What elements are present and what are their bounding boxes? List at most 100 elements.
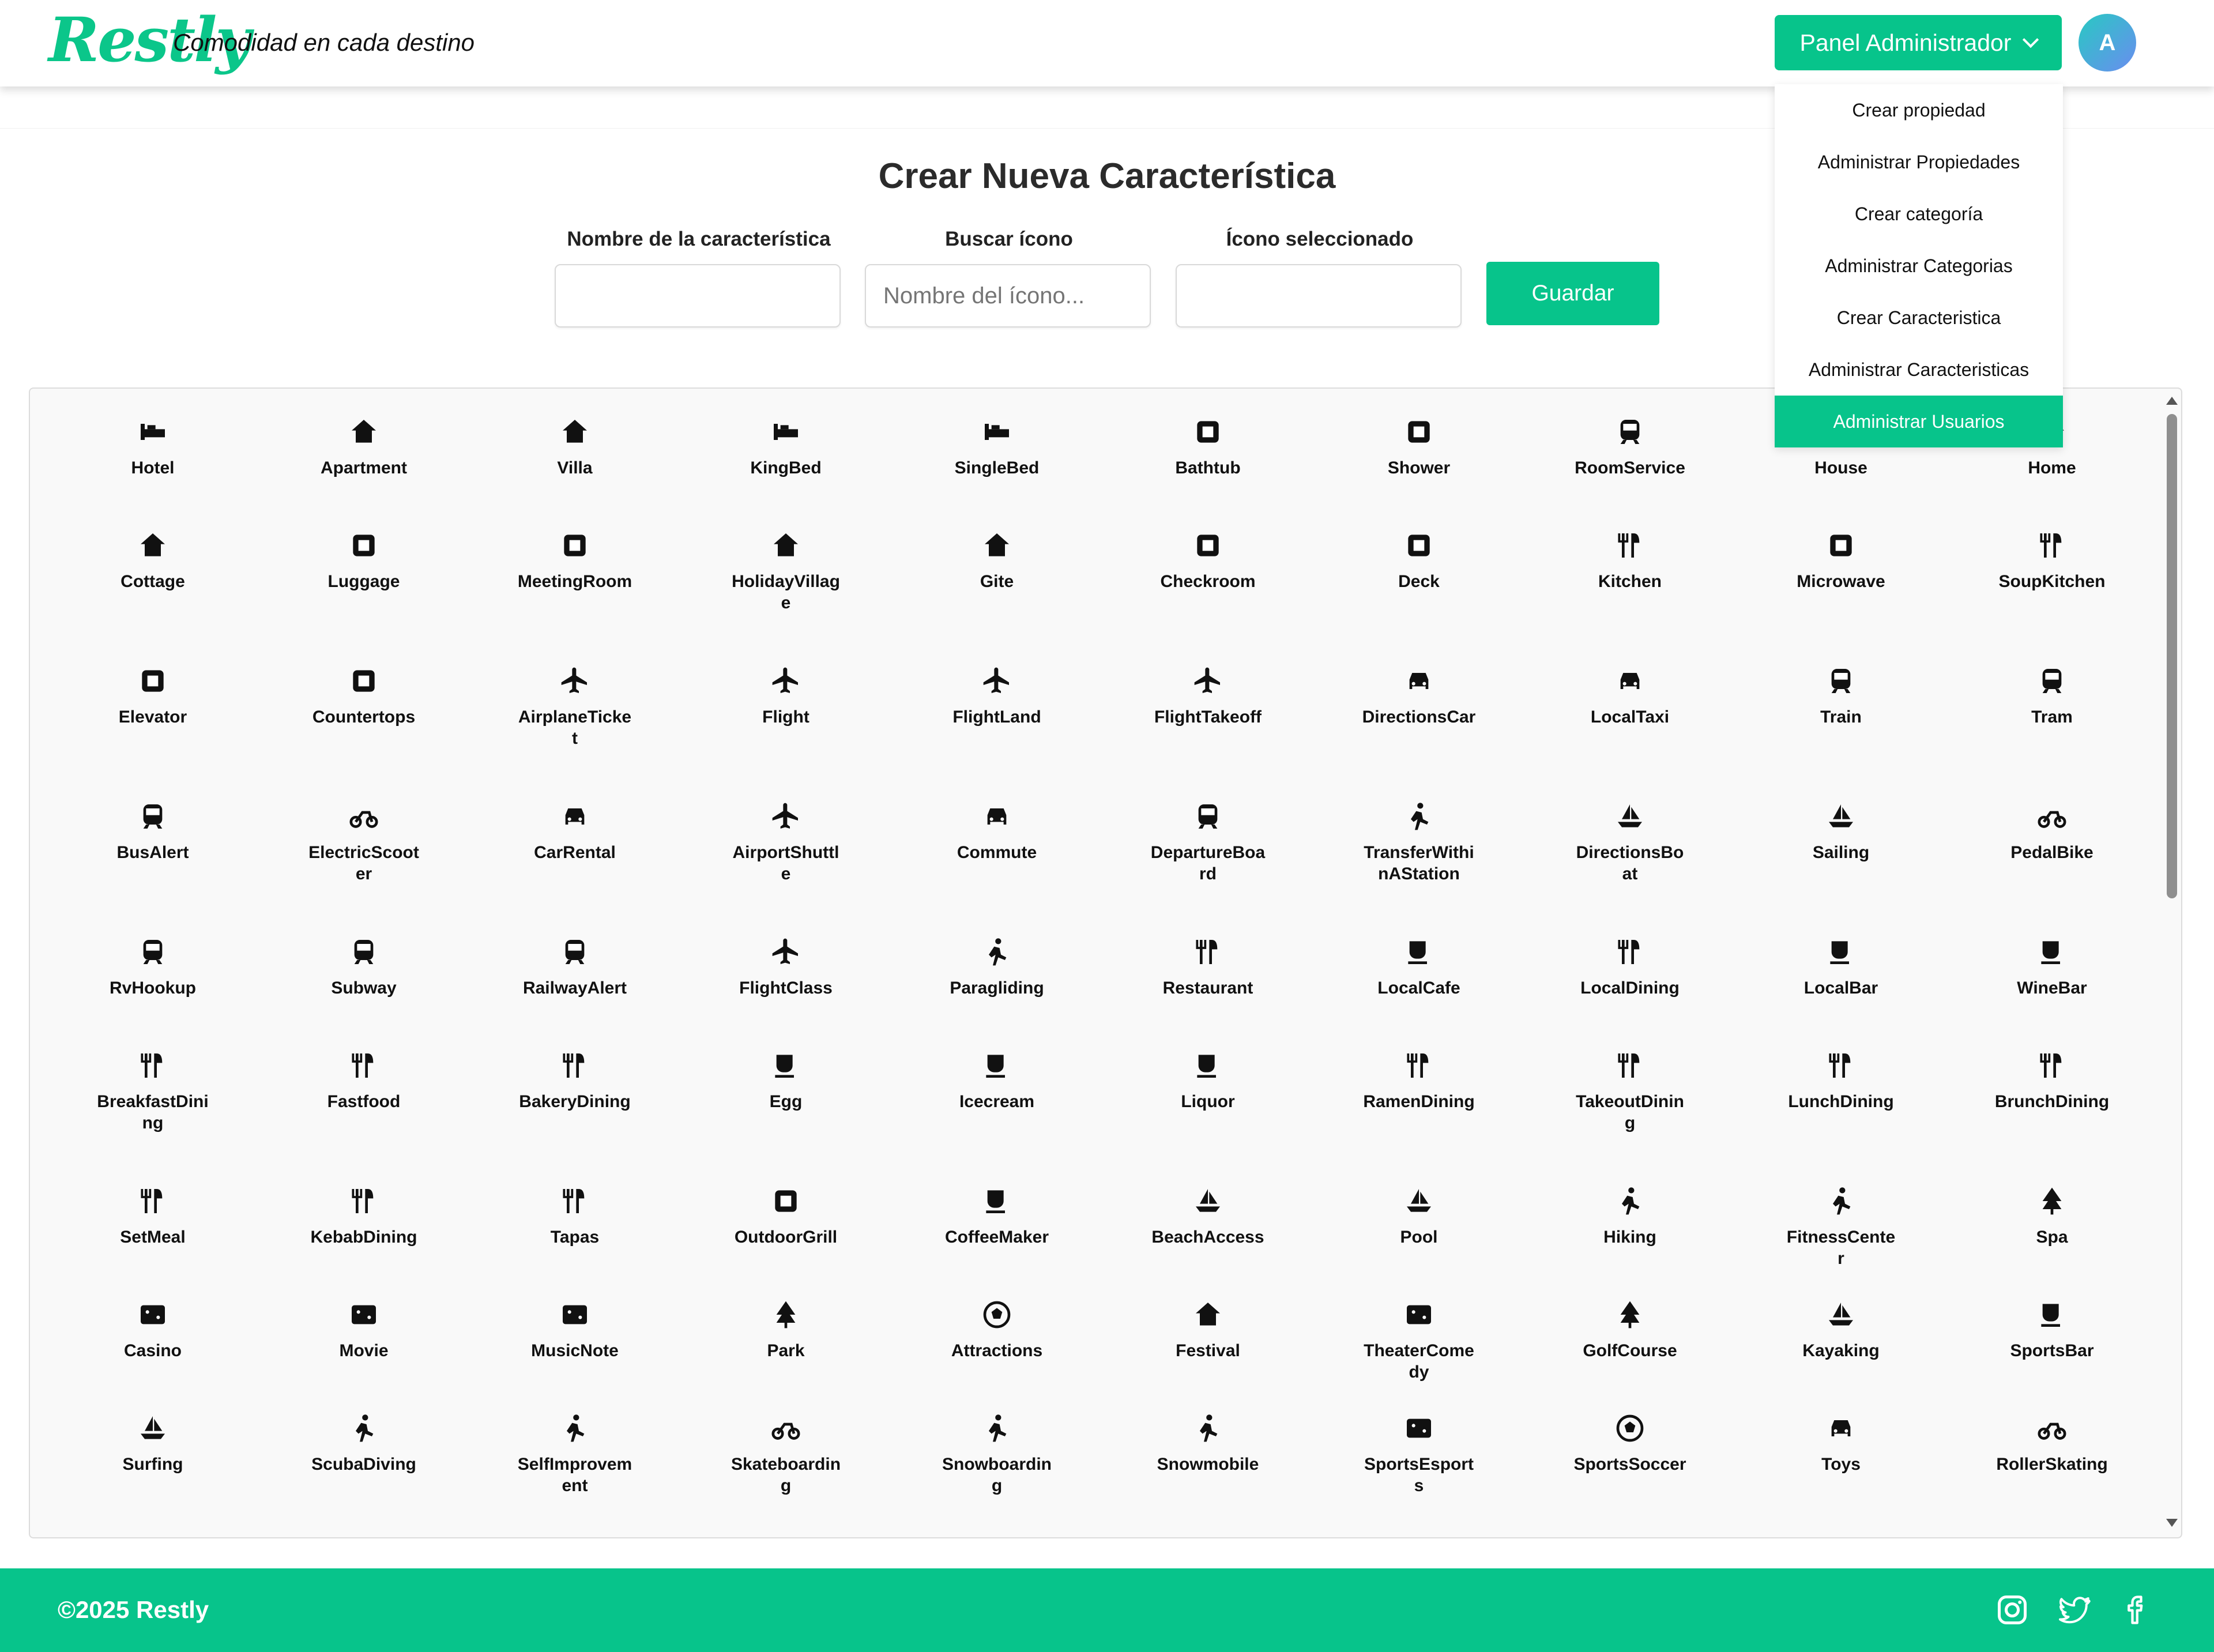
icon-option-coffee-maker[interactable]: CoffeeMaker	[891, 1184, 1102, 1297]
selected-icon-field[interactable]	[1176, 264, 1462, 328]
scroll-up-arrow-icon[interactable]	[2166, 397, 2178, 405]
icon-option-directions-boat[interactable]: DirectionsBoat	[1524, 799, 1735, 935]
icon-option-microwave[interactable]: Microwave	[1735, 528, 1946, 664]
icon-option-breakfast-dining[interactable]: BreakfastDining	[47, 1048, 258, 1184]
icon-option-egg[interactable]: Egg	[680, 1048, 891, 1184]
icon-option-pedal-bike[interactable]: PedalBike	[1946, 799, 2157, 935]
icon-option-deck[interactable]: Deck	[1313, 528, 1524, 664]
icon-option-golf-course[interactable]: GolfCourse	[1524, 1297, 1735, 1411]
icon-option-icecream[interactable]: Icecream	[891, 1048, 1102, 1184]
icon-option-park[interactable]: Park	[680, 1297, 891, 1411]
instagram-icon[interactable]	[1995, 1593, 2030, 1627]
icon-option-sailing[interactable]: Sailing	[1735, 799, 1946, 935]
icon-option-movie[interactable]: Movie	[258, 1297, 469, 1411]
icon-option-bakery-dining[interactable]: BakeryDining	[469, 1048, 680, 1184]
icon-option-pool[interactable]: Pool	[1313, 1184, 1524, 1297]
icon-option-outdoor-grill[interactable]: OutdoorGrill	[680, 1184, 891, 1297]
icon-option-airport-shuttle[interactable]: AirportShuttle	[680, 799, 891, 935]
icon-option-meeting-room[interactable]: MeetingRoom	[469, 528, 680, 664]
icon-option-flight[interactable]: Flight	[680, 664, 891, 799]
icon-option-local-bar[interactable]: LocalBar	[1735, 935, 1946, 1048]
icon-option-bus-alert[interactable]: BusAlert	[47, 799, 258, 935]
icon-option-train[interactable]: Train	[1735, 664, 1946, 799]
twitter-icon[interactable]	[2057, 1593, 2092, 1627]
icon-option-commute[interactable]: Commute	[891, 799, 1102, 935]
icon-option-rv-hookup[interactable]: RvHookup	[47, 935, 258, 1048]
icon-option-snowmobile[interactable]: Snowmobile	[1102, 1411, 1313, 1537]
icon-option-kitchen[interactable]: Kitchen	[1524, 528, 1735, 664]
icon-option-flight-land[interactable]: FlightLand	[891, 664, 1102, 799]
dropdown-item[interactable]: Administrar Caracteristicas	[1775, 344, 2063, 396]
icon-option-electric-scooter[interactable]: ElectricScooter	[258, 799, 469, 935]
icon-option-checkroom[interactable]: Checkroom	[1102, 528, 1313, 664]
icon-option-countertops[interactable]: Countertops	[258, 664, 469, 799]
icon-option-ramen-dining[interactable]: RamenDining	[1313, 1048, 1524, 1184]
icon-option-paragliding[interactable]: Paragliding	[891, 935, 1102, 1048]
icon-option-directions-car[interactable]: DirectionsCar	[1313, 664, 1524, 799]
icon-option-liquor[interactable]: Liquor	[1102, 1048, 1313, 1184]
icon-option-scuba-diving[interactable]: ScubaDiving	[258, 1411, 469, 1537]
icon-option-bathtub[interactable]: Bathtub	[1102, 415, 1313, 528]
icon-option-elevator[interactable]: Elevator	[47, 664, 258, 799]
icon-option-kayaking[interactable]: Kayaking	[1735, 1297, 1946, 1411]
icon-option-casino[interactable]: Casino	[47, 1297, 258, 1411]
scroll-down-arrow-icon[interactable]	[2166, 1519, 2178, 1527]
dropdown-item[interactable]: Crear Caracteristica	[1775, 292, 2063, 344]
icon-option-local-taxi[interactable]: LocalTaxi	[1524, 664, 1735, 799]
icon-option-local-cafe[interactable]: LocalCafe	[1313, 935, 1524, 1048]
icon-option-attractions[interactable]: Attractions	[891, 1297, 1102, 1411]
icon-option-sports-soccer[interactable]: SportsSoccer	[1524, 1411, 1735, 1537]
icon-option-hotel[interactable]: Hotel	[47, 415, 258, 528]
icon-option-tram[interactable]: Tram	[1946, 664, 2157, 799]
icon-option-skateboarding[interactable]: Skateboarding	[680, 1411, 891, 1537]
icon-option-departure-board[interactable]: DepartureBoard	[1102, 799, 1313, 935]
icon-option-villa[interactable]: Villa	[469, 415, 680, 528]
icon-option-room-service[interactable]: RoomService	[1524, 415, 1735, 528]
icon-option-brunch-dining[interactable]: BrunchDining	[1946, 1048, 2157, 1184]
icon-option-sports-bar[interactable]: SportsBar	[1946, 1297, 2157, 1411]
feature-name-input[interactable]	[555, 264, 841, 328]
icon-option-tapas[interactable]: Tapas	[469, 1184, 680, 1297]
icon-option-king-bed[interactable]: KingBed	[680, 415, 891, 528]
icon-option-fitness-center[interactable]: FitnessCenter	[1735, 1184, 1946, 1297]
icon-option-kebab-dining[interactable]: KebabDining	[258, 1184, 469, 1297]
icon-option-transfer-within-astation[interactable]: TransferWithinAStation	[1313, 799, 1524, 935]
icon-search-input[interactable]	[865, 264, 1151, 328]
dropdown-item[interactable]: Administrar Propiedades	[1775, 136, 2063, 188]
dropdown-item[interactable]: Administrar Usuarios	[1775, 396, 2063, 447]
icon-option-flight-class[interactable]: FlightClass	[680, 935, 891, 1048]
scrollbar[interactable]	[2164, 397, 2179, 1527]
icon-option-fastfood[interactable]: Fastfood	[258, 1048, 469, 1184]
icon-option-spa[interactable]: Spa	[1946, 1184, 2157, 1297]
icon-option-holiday-village[interactable]: HolidayVillage	[680, 528, 891, 664]
scrollbar-thumb[interactable]	[2167, 414, 2177, 898]
icon-option-car-rental[interactable]: CarRental	[469, 799, 680, 935]
admin-panel-button[interactable]: Panel Administrador	[1775, 15, 2062, 70]
icon-option-shower[interactable]: Shower	[1313, 415, 1524, 528]
icon-option-subway[interactable]: Subway	[258, 935, 469, 1048]
icon-option-set-meal[interactable]: SetMeal	[47, 1184, 258, 1297]
icon-option-airplane-ticket[interactable]: AirplaneTicket	[469, 664, 680, 799]
icon-option-flight-takeoff[interactable]: FlightTakeoff	[1102, 664, 1313, 799]
icon-option-hiking[interactable]: Hiking	[1524, 1184, 1735, 1297]
icon-option-surfing[interactable]: Surfing	[47, 1411, 258, 1537]
icon-option-roller-skating[interactable]: RollerSkating	[1946, 1411, 2157, 1537]
icon-option-local-dining[interactable]: LocalDining	[1524, 935, 1735, 1048]
icon-option-beach-access[interactable]: BeachAccess	[1102, 1184, 1313, 1297]
icon-option-soup-kitchen[interactable]: SoupKitchen	[1946, 528, 2157, 664]
icon-option-restaurant[interactable]: Restaurant	[1102, 935, 1313, 1048]
icon-option-self-improvement[interactable]: SelfImprovement	[469, 1411, 680, 1537]
icon-option-sports-esports[interactable]: SportsEsports	[1313, 1411, 1524, 1537]
dropdown-item[interactable]: Crear categoría	[1775, 188, 2063, 240]
icon-option-luggage[interactable]: Luggage	[258, 528, 469, 664]
icon-option-takeout-dining[interactable]: TakeoutDining	[1524, 1048, 1735, 1184]
facebook-icon[interactable]	[2119, 1593, 2154, 1627]
icon-option-snowboarding[interactable]: Snowboarding	[891, 1411, 1102, 1537]
icon-option-cottage[interactable]: Cottage	[47, 528, 258, 664]
avatar[interactable]: A	[2079, 14, 2136, 72]
icon-option-theater-comedy[interactable]: TheaterComedy	[1313, 1297, 1524, 1411]
icon-option-gite[interactable]: Gite	[891, 528, 1102, 664]
icon-option-festival[interactable]: Festival	[1102, 1297, 1313, 1411]
dropdown-item[interactable]: Crear propiedad	[1775, 84, 2063, 136]
save-button[interactable]: Guardar	[1486, 262, 1659, 325]
